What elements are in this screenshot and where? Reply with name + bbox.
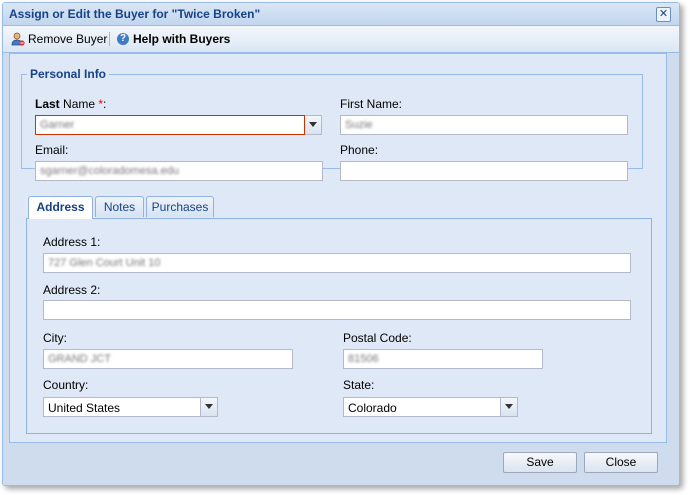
- chevron-down-icon: [505, 404, 513, 409]
- toolbar-separator: [109, 32, 110, 46]
- tab-strip: Address Notes Purchases: [26, 196, 652, 219]
- city-input[interactable]: GRAND JCT: [43, 349, 293, 369]
- personal-info-fieldset: Personal Info Last Name *: Garner First …: [21, 67, 643, 181]
- last-name-input[interactable]: Garner: [35, 115, 305, 135]
- remove-buyer-button[interactable]: Remove Buyer: [11, 31, 107, 47]
- address1-label: Address 1:: [43, 235, 101, 249]
- chevron-down-icon: [309, 122, 317, 127]
- state-select[interactable]: Colorado: [343, 397, 501, 417]
- phone-label: Phone:: [340, 143, 379, 157]
- help-icon: ?: [117, 33, 129, 45]
- first-name-value: Suzie: [345, 119, 373, 131]
- dialog-titlebar[interactable]: Assign or Edit the Buyer for "Twice Brok…: [3, 3, 679, 26]
- remove-user-icon: [11, 32, 25, 46]
- address1-input[interactable]: 727 Glen Court Unit 10: [43, 253, 631, 273]
- address-tab-panel: Address 1: 727 Glen Court Unit 10 Addres…: [26, 219, 652, 434]
- personal-info-legend: Personal Info: [30, 67, 107, 81]
- help-with-buyers-label: Help with Buyers: [133, 32, 231, 46]
- city-value: GRAND JCT: [48, 353, 111, 365]
- buyer-dialog: Assign or Edit the Buyer for "Twice Brok…: [2, 2, 680, 486]
- close-button[interactable]: Close: [584, 452, 658, 473]
- close-icon[interactable]: ✕: [656, 7, 671, 22]
- last-name-colon: :: [103, 97, 107, 111]
- country-select[interactable]: United States: [43, 397, 201, 417]
- help-with-buyers-button[interactable]: ? Help with Buyers: [117, 31, 230, 47]
- postal-code-input[interactable]: 81506: [343, 349, 543, 369]
- remove-buyer-label: Remove Buyer: [28, 32, 108, 46]
- address2-label: Address 2:: [43, 283, 101, 297]
- chevron-down-icon: [205, 404, 213, 409]
- last-name-label: Last Name *:: [35, 97, 106, 111]
- tab-address[interactable]: Address: [28, 196, 93, 219]
- city-label: City:: [43, 331, 67, 345]
- last-name-value: Garner: [40, 119, 75, 131]
- state-label: State:: [343, 378, 375, 392]
- postal-code-label: Postal Code:: [343, 331, 412, 345]
- email-value: sgarner@coloradomesa.edu: [40, 165, 179, 177]
- save-button[interactable]: Save: [503, 452, 577, 473]
- dialog-body: Personal Info Last Name *: Garner First …: [9, 53, 667, 443]
- state-value: Colorado: [348, 401, 397, 415]
- address1-value: 727 Glen Court Unit 10: [48, 257, 161, 269]
- last-name-dropdown-trigger[interactable]: [305, 115, 322, 135]
- toolbar: Remove Buyer ? Help with Buyers: [3, 26, 679, 53]
- country-value: United States: [48, 401, 121, 415]
- tab-notes[interactable]: Notes: [95, 196, 144, 217]
- address2-input[interactable]: [43, 300, 631, 320]
- state-dropdown-trigger[interactable]: [501, 397, 518, 417]
- first-name-input[interactable]: Suzie: [340, 115, 628, 135]
- tab-purchases[interactable]: Purchases: [146, 196, 214, 217]
- email-label: Email:: [35, 143, 69, 157]
- country-dropdown-trigger[interactable]: [201, 397, 218, 417]
- dialog-title: Assign or Edit the Buyer for "Twice Brok…: [9, 7, 261, 21]
- last-name-label-rest: Name: [59, 97, 99, 111]
- postal-code-value: 81506: [348, 353, 379, 365]
- country-label: Country:: [43, 378, 89, 392]
- phone-input[interactable]: [340, 161, 628, 181]
- email-input[interactable]: sgarner@coloradomesa.edu: [35, 161, 323, 181]
- last-name-label-bold: Last: [35, 97, 60, 111]
- first-name-label: First Name:: [340, 97, 403, 111]
